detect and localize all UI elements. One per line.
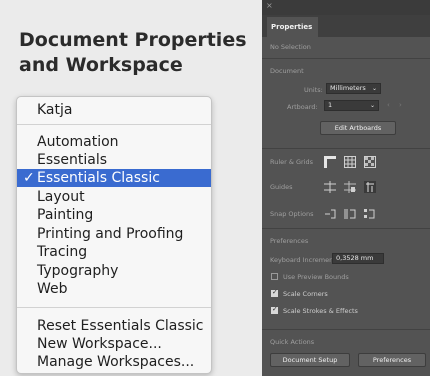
section-divider [262, 148, 430, 149]
section-divider [262, 58, 430, 59]
snap-options-label: Snap Options [270, 210, 314, 218]
menu-item-tracing[interactable]: Tracing [17, 243, 211, 261]
edit-artboards-button[interactable]: Edit Artboards [320, 121, 396, 135]
snap-to-pixel-icon[interactable] [364, 208, 376, 220]
scale-corners-checkbox[interactable] [271, 288, 278, 297]
next-artboard-icon[interactable]: › [399, 101, 402, 109]
document-setup-button[interactable]: Document Setup [270, 353, 350, 367]
artboard-select[interactable]: 1 ⌄ [324, 100, 379, 111]
menu-item-layout[interactable]: Layout [17, 188, 211, 206]
quick-actions-heading: Quick Actions [270, 338, 315, 346]
grid-icon[interactable] [344, 156, 356, 168]
menu-item-reset-workspace[interactable]: Reset Essentials Classic [17, 317, 211, 335]
show-guides-icon[interactable] [324, 181, 336, 193]
menu-item-essentials-classic[interactable]: ✓ Essentials Classic [17, 169, 211, 187]
menu-separator [17, 307, 211, 308]
keyboard-increment-label: Keyboard Increment: [270, 256, 338, 264]
menu-separator [17, 124, 211, 125]
page-title: Document Properties and Workspace [19, 28, 249, 78]
artboard-value: 1 [328, 101, 333, 109]
lock-guides-icon[interactable] [344, 181, 356, 193]
checkmark-icon: ✓ [23, 170, 35, 186]
preferences-button[interactable]: Preferences [358, 353, 426, 367]
title-line-2: and Workspace [19, 54, 183, 76]
menu-item-new-workspace[interactable]: New Workspace... [17, 335, 211, 353]
menu-item-typography[interactable]: Typography [17, 262, 211, 280]
scale-corners-label: Scale Corners [283, 290, 328, 298]
units-select[interactable]: Millimeters ⌄ [326, 83, 381, 94]
menu-item-automation[interactable]: Automation [17, 133, 211, 151]
snap-to-grid-icon[interactable] [344, 208, 356, 220]
no-selection-label: No Selection [270, 43, 311, 51]
section-divider [262, 228, 430, 229]
use-preview-bounds-checkbox[interactable] [271, 273, 278, 280]
transparency-grid-icon[interactable] [364, 156, 376, 168]
artboard-label: Artboard: [287, 103, 318, 111]
units-label: Units: [304, 86, 323, 94]
keyboard-increment-input[interactable]: 0,3528 mm [332, 253, 384, 264]
menu-item-manage-workspaces[interactable]: Manage Workspaces... [17, 353, 211, 371]
panel-title-bar [262, 0, 430, 15]
menu-item-painting[interactable]: Painting [17, 206, 211, 224]
menu-item-essentials[interactable]: Essentials [17, 151, 211, 169]
smart-guides-icon[interactable] [364, 181, 376, 193]
snap-to-point-icon[interactable] [324, 208, 336, 220]
panel-tab-row: Properties [262, 15, 430, 37]
use-preview-bounds-label: Use Preview Bounds [283, 273, 349, 281]
chevron-down-icon: ⌄ [371, 85, 377, 92]
workspace-menu: Katja Automation Essentials ✓ Essentials … [16, 96, 212, 374]
document-heading: Document [270, 67, 304, 75]
menu-item-current-workspace[interactable]: Katja [17, 101, 211, 119]
preferences-heading: Preferences [270, 237, 309, 245]
rulers-grids-label: Ruler & Grids [270, 158, 314, 166]
title-line-1: Document Properties [19, 29, 247, 51]
scale-strokes-checkbox[interactable] [271, 305, 278, 314]
tab-properties[interactable]: Properties [267, 17, 318, 37]
rulers-icon[interactable] [324, 156, 336, 168]
previous-artboard-icon[interactable]: ‹ [387, 101, 390, 109]
units-value: Millimeters [330, 84, 366, 92]
menu-item-printing-and-proofing[interactable]: Printing and Proofing [17, 225, 211, 243]
section-divider [262, 329, 430, 330]
guides-label: Guides [270, 183, 293, 191]
close-icon[interactable]: × [266, 1, 273, 10]
scale-strokes-label: Scale Strokes & Effects [283, 307, 358, 315]
properties-panel: × Properties No Selection Document Units… [262, 0, 430, 376]
menu-item-label: Essentials Classic [37, 170, 160, 186]
chevron-down-icon: ⌄ [369, 102, 375, 109]
menu-item-web[interactable]: Web [17, 280, 211, 298]
